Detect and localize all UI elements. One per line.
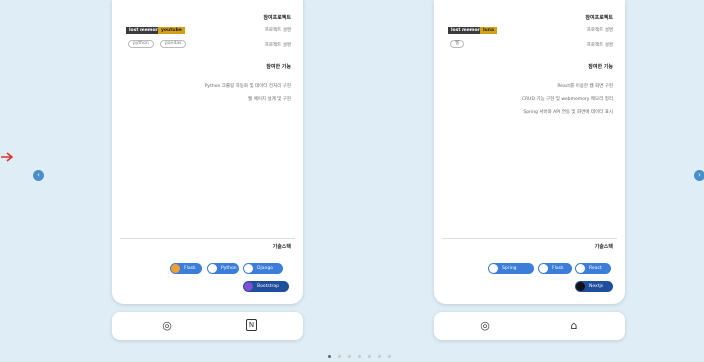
github-icon[interactable]: ◎ — [160, 319, 174, 333]
info-line: 프로젝트 설명 — [264, 43, 291, 48]
card-footer-1: ◎ N — [112, 312, 303, 340]
carousel-dot[interactable] — [388, 355, 391, 358]
flask-icon — [171, 264, 180, 273]
python-icon — [208, 264, 217, 273]
chevron-left-icon: ‹ — [37, 171, 40, 179]
info-line: 프로젝트 설명 — [264, 28, 291, 33]
section-title: 참여한 기능 — [588, 64, 613, 70]
feature-line: Python 크롤링 자동화 및 데이터 전처리 구현 — [204, 84, 291, 89]
next-slide-button[interactable]: › — [694, 170, 704, 181]
spring-icon — [489, 264, 498, 273]
card-footer-2: ◎ ⌂ — [434, 312, 625, 340]
feature-line: 웹 페이지 설계 및 구현 — [248, 97, 291, 102]
tech-badge: Spring — [488, 263, 534, 274]
carousel-dots — [328, 355, 391, 358]
feature-line: React를 이용한 웹 화면 구현 — [557, 84, 613, 89]
carousel-dot[interactable] — [328, 355, 331, 358]
carousel-dot[interactable] — [348, 355, 351, 358]
section-title: 참여프로젝트 — [585, 15, 613, 21]
section-title: 기술스택 — [272, 244, 291, 250]
project-tag: youtube — [158, 27, 185, 34]
tech-badge: Django — [243, 263, 283, 274]
tech-badge: Bootstrap — [243, 281, 289, 292]
feature-line: CRUD 기능 구현 및 webmemory 메모리 정리 — [521, 97, 613, 102]
skill-pill: pandas — [160, 40, 187, 48]
tech-badge: Nextjs — [575, 281, 613, 292]
project-tag: luna — [480, 27, 497, 34]
feature-line: Spring 서버와 API 연동 및 화면에 데이터 표시 — [523, 110, 613, 115]
project-card-2: 참여프로젝트 프로젝트 설명 프로젝트 설명 lost memory luna … — [434, 0, 625, 304]
carousel-dot[interactable] — [378, 355, 381, 358]
notion-icon[interactable]: N — [246, 319, 257, 331]
github-icon[interactable]: ◎ — [478, 319, 492, 333]
carousel-dot[interactable] — [368, 355, 371, 358]
skill-pill: python — [128, 40, 154, 48]
tech-badge: Python — [207, 263, 239, 274]
info-line: 프로젝트 설명 — [586, 43, 613, 48]
prev-slide-button[interactable]: ‹ — [33, 170, 44, 181]
nextjs-icon — [576, 282, 585, 291]
project-card-1: 참여프로젝트 프로젝트 설명 프로젝트 설명 lost memory youtu… — [112, 0, 303, 304]
react-icon — [576, 264, 585, 273]
section-title: 참여프로젝트 — [263, 15, 291, 21]
pointer-arrow-icon — [1, 152, 14, 162]
carousel-dot[interactable] — [358, 355, 361, 358]
skill-pill: 웹 — [450, 40, 465, 48]
home-icon[interactable]: ⌂ — [567, 319, 581, 333]
divider — [120, 238, 295, 239]
chevron-right-icon: › — [698, 171, 701, 179]
flask-icon — [539, 264, 548, 273]
tech-badge: Flask — [170, 263, 202, 274]
info-line: 프로젝트 설명 — [586, 28, 613, 33]
section-title: 기술스택 — [594, 244, 613, 250]
django-icon — [244, 264, 253, 273]
tech-badge: Flask — [538, 263, 572, 274]
bootstrap-icon — [244, 282, 253, 291]
section-title: 참여한 기능 — [266, 64, 291, 70]
tech-badge: React — [575, 263, 611, 274]
carousel-dot[interactable] — [338, 355, 341, 358]
divider — [442, 238, 617, 239]
